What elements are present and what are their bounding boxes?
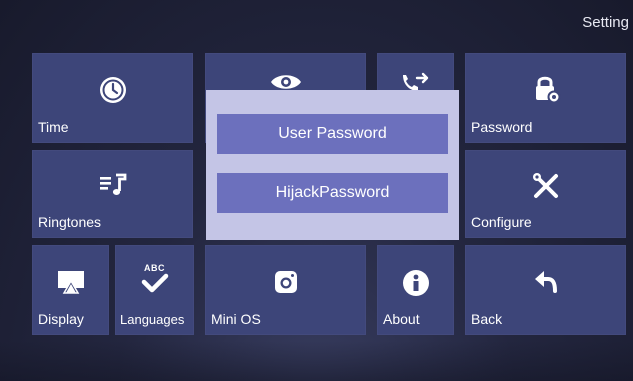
back-tile[interactable]: Back bbox=[465, 245, 626, 335]
back-arrow-icon bbox=[532, 267, 560, 295]
info-icon bbox=[402, 269, 430, 297]
ringtones-tile[interactable]: Ringtones bbox=[32, 150, 193, 238]
password-label: Password bbox=[471, 119, 533, 135]
time-tile[interactable]: Time bbox=[32, 53, 193, 143]
mini-os-label: Mini OS bbox=[211, 311, 261, 327]
abc-check-icon: ABC bbox=[141, 263, 169, 293]
abc-text: ABC bbox=[144, 263, 165, 273]
settings-screen: Setting Time Password Ringtones Configur… bbox=[0, 0, 633, 381]
configure-tile[interactable]: Configure bbox=[465, 150, 626, 238]
back-label: Back bbox=[471, 311, 503, 327]
music-list-icon bbox=[98, 172, 128, 198]
about-tile[interactable]: About bbox=[377, 245, 454, 335]
clock-icon bbox=[98, 75, 128, 105]
configure-label: Configure bbox=[471, 214, 532, 230]
display-icon bbox=[56, 269, 86, 295]
mini-os-tile[interactable]: Mini OS bbox=[205, 245, 366, 335]
display-tile[interactable]: Display bbox=[32, 245, 109, 335]
page-title: Setting bbox=[582, 14, 629, 31]
instagram-icon bbox=[273, 269, 299, 295]
languages-label: Languages bbox=[120, 312, 185, 327]
display-label: Display bbox=[38, 311, 84, 327]
about-label: About bbox=[383, 311, 420, 327]
languages-tile[interactable]: ABC Languages bbox=[115, 245, 194, 335]
user-password-button[interactable]: User Password bbox=[217, 114, 448, 154]
ringtones-label: Ringtones bbox=[38, 214, 102, 230]
password-dialog: User Password HijackPassword bbox=[206, 90, 459, 240]
password-tile[interactable]: Password bbox=[465, 53, 626, 143]
tools-icon bbox=[531, 172, 561, 200]
bottom-shade bbox=[0, 341, 633, 381]
hijack-password-button[interactable]: HijackPassword bbox=[217, 173, 448, 213]
time-label: Time bbox=[38, 119, 69, 135]
lock-gear-icon bbox=[531, 73, 561, 103]
